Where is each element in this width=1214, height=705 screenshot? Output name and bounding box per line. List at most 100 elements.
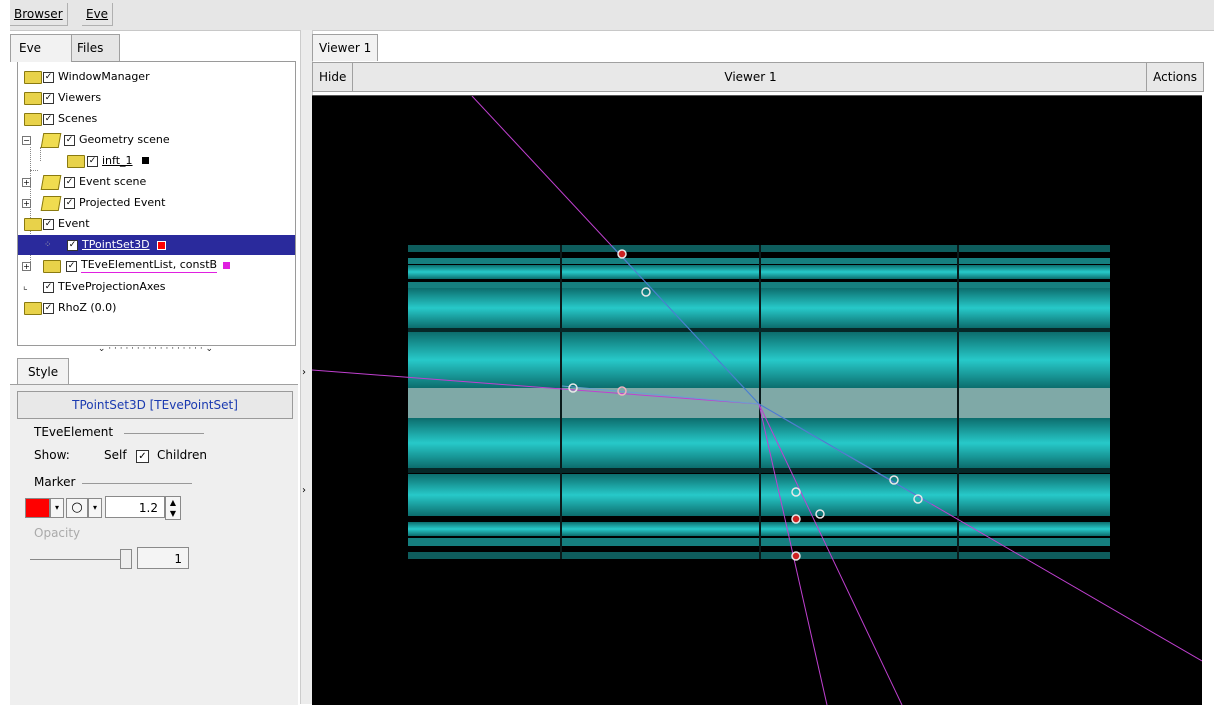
folder-open-icon	[24, 302, 42, 315]
folder-icon	[67, 155, 85, 168]
tree-item-projected-event[interactable]: + ✓ Projected Event	[18, 193, 295, 213]
opacity-slider-handle[interactable]	[120, 549, 132, 569]
folder-open-icon	[24, 113, 42, 126]
tree-item-label: TEveElementList, constB	[81, 258, 218, 273]
tree-item-windowmanager[interactable]: ✓ WindowManager	[18, 67, 295, 87]
tree-item-label: inft_1	[102, 154, 133, 167]
detector-geometry	[408, 245, 1110, 559]
gl-viewer-canvas[interactable]	[312, 95, 1202, 705]
actions-button-label: Actions	[1153, 70, 1197, 84]
color-swatch	[142, 157, 149, 164]
expand-icon[interactable]: +	[22, 262, 31, 271]
scene-icon	[40, 196, 62, 211]
children-label: Children	[157, 448, 207, 462]
chevron-down-icon[interactable]: ▾	[50, 498, 64, 518]
group-label-marker: Marker	[34, 475, 76, 489]
tree-item-geometry-scene[interactable]: − ✓ Geometry scene	[18, 130, 295, 150]
tab-viewer-label: Viewer 1	[319, 41, 372, 55]
folder-icon	[24, 71, 42, 84]
hit-marker	[791, 551, 801, 561]
collapse-icon[interactable]: −	[22, 136, 31, 145]
hide-button-label: Hide	[319, 70, 347, 84]
checkbox-checked-icon[interactable]: ✓	[64, 135, 75, 146]
menu-browser[interactable]: Browser	[10, 3, 68, 26]
tree-item-event-scene[interactable]: + ✓ Event scene	[18, 172, 295, 192]
tree-item-inft1[interactable]: ✓ inft_1	[18, 151, 295, 171]
rhoz-projection-view	[312, 96, 1202, 705]
tree-item-event[interactable]: ✓ Event	[18, 214, 295, 234]
scene-icon	[40, 133, 62, 148]
hide-button[interactable]: Hide	[313, 63, 354, 91]
checkbox-checked-icon[interactable]: ✓	[67, 240, 78, 251]
tree-item-rhoz[interactable]: ✓ RhoZ (0.0)	[18, 298, 295, 318]
tab-style-label: Style	[28, 365, 59, 379]
tree-item-label: RhoZ (0.0)	[58, 301, 117, 314]
tree-item-label: TPointSet3D	[82, 238, 150, 251]
pointset-icon: ⁘	[44, 240, 52, 250]
tree-item-constb[interactable]: + ✓ TEveElementList, constB	[18, 256, 295, 276]
opacity-slider-track[interactable]	[30, 559, 125, 560]
tree-item-label: Scenes	[58, 112, 98, 125]
marker-style-icon[interactable]: ○	[66, 498, 88, 518]
marker-color-button[interactable]	[25, 498, 50, 518]
chevron-right-icon: ›	[302, 367, 306, 378]
actions-button[interactable]: Actions	[1146, 63, 1203, 91]
marker-size-input[interactable]: 1.2	[105, 496, 165, 518]
folder-open-icon	[24, 92, 42, 105]
horizontal-splitter[interactable]: ⌄ · · · · · · · · · · · · · · · · · ⌄	[17, 344, 294, 354]
group-divider	[82, 483, 192, 484]
checkbox-checked-icon[interactable]: ✓	[43, 72, 54, 83]
group-label-teveelement: TEveElement	[34, 425, 114, 439]
opacity-label: Opacity	[34, 526, 81, 540]
tree-item-label: Event	[58, 217, 90, 230]
color-swatch	[223, 262, 230, 269]
menu-browser-label: Browser	[14, 7, 63, 21]
tree-item-label: Projected Event	[79, 196, 166, 209]
object-title-button[interactable]: TPointSet3D [TEvePointSet]	[17, 391, 293, 419]
axes-icon: ⌞	[23, 281, 28, 292]
tree-item-label: Geometry scene	[79, 133, 170, 146]
checkbox-checked-icon[interactable]: ✓	[43, 282, 54, 293]
list-tree[interactable]: ✓ WindowManager ✓ Viewers ✓ Scenes − ✓ G…	[17, 61, 296, 346]
checkbox-checked-icon[interactable]: ✓	[43, 114, 54, 125]
style-panel: TPointSet3D [TEvePointSet] TEveElement S…	[10, 384, 298, 705]
marker-size-spinner[interactable]: ▲ ▼	[165, 496, 181, 520]
scene-icon	[40, 175, 62, 190]
tree-item-label: WindowManager	[58, 70, 150, 83]
marker-size-value: 1.2	[138, 501, 158, 515]
left-tab-bar: Eve Files	[10, 34, 300, 62]
menu-bar: Browser Eve	[10, 0, 1214, 31]
tab-eve[interactable]: Eve	[10, 34, 72, 62]
hit-marker	[791, 514, 801, 524]
menu-eve[interactable]: Eve	[82, 3, 114, 26]
tree-item-projection-axes[interactable]: ⌞ ✓ TEveProjectionAxes	[18, 277, 295, 297]
tab-viewer-1[interactable]: Viewer 1	[312, 34, 379, 61]
tab-eve-label: Eve	[19, 41, 42, 55]
tab-style[interactable]: Style	[17, 358, 70, 385]
chevron-down-icon[interactable]: ▾	[88, 498, 102, 518]
object-title-label: TPointSet3D [TEvePointSet]	[72, 398, 238, 412]
tree-item-label: Viewers	[58, 91, 102, 104]
checkbox-checked-icon[interactable]: ✓	[64, 198, 75, 209]
checkbox-checked-icon[interactable]: ✓	[43, 93, 54, 104]
viewer-toolbar: Hide Viewer 1 Actions	[312, 62, 1204, 92]
tab-files-label: Files	[77, 41, 104, 55]
checkbox-checked-icon[interactable]: ✓	[66, 261, 77, 272]
tree-item-tpointset3d[interactable]: ⁘ ✓ TPointSet3D	[18, 235, 295, 255]
tree-item-scenes[interactable]: ✓ Scenes	[18, 109, 295, 129]
children-checkbox[interactable]: ✓	[136, 450, 149, 463]
checkbox-checked-icon[interactable]: ✓	[43, 303, 54, 314]
tree-item-viewers[interactable]: ✓ Viewers	[18, 88, 295, 108]
viewer-title: Viewer 1	[724, 70, 777, 84]
tree-item-label: Event scene	[79, 175, 147, 188]
opacity-input[interactable]: 1	[137, 547, 189, 569]
color-swatch	[157, 241, 166, 250]
folder-icon	[43, 260, 61, 273]
menu-eve-label: Eve	[86, 7, 109, 21]
checkbox-checked-icon[interactable]: ✓	[43, 219, 54, 230]
checkbox-checked-icon[interactable]: ✓	[64, 177, 75, 188]
expand-icon[interactable]: +	[22, 178, 31, 187]
expand-icon[interactable]: +	[22, 199, 31, 208]
tab-files[interactable]: Files	[68, 34, 120, 61]
checkbox-checked-icon[interactable]: ✓	[87, 156, 98, 167]
